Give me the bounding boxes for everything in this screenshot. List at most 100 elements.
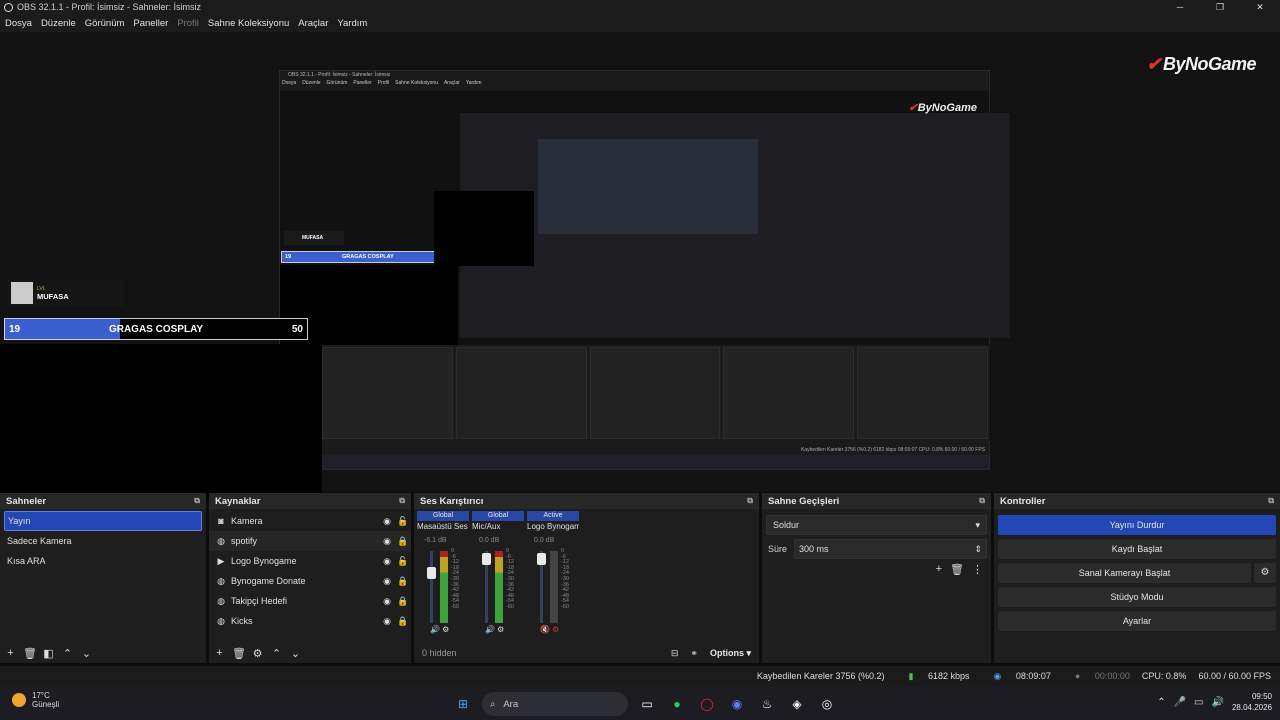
visibility-eye-icon[interactable]: ◉ [379,516,395,527]
undock-icon[interactable]: ⧉ [747,496,753,506]
spotify-icon[interactable]: ● [666,693,688,715]
filter-icon[interactable]: ◧ [42,647,55,660]
task-view-icon[interactable]: ▭ [636,693,658,715]
lock-icon[interactable]: 🔒 [395,576,411,587]
scene-item-kisa-ara[interactable]: Kısa ARA [4,551,202,571]
slider-knob[interactable] [427,567,436,579]
weather-widget[interactable]: 17°C Güneşli [12,691,59,709]
close-button[interactable]: ✕ [1240,0,1280,14]
menu-araclar[interactable]: Araçlar [298,18,328,29]
undock-icon[interactable]: ⧉ [979,496,985,506]
menu-profil[interactable]: Profil [177,18,199,29]
undock-icon[interactable]: ⧉ [399,496,405,506]
virtual-cam-button[interactable]: Sanal Kamerayı Başlat [998,563,1251,583]
windows-start-icon[interactable]: ⊞ [452,693,474,715]
volume-slider[interactable] [427,551,436,623]
visibility-eye-icon[interactable]: ◉ [379,556,395,567]
discord-icon[interactable]: ◉ [726,693,748,715]
source-row-kamera[interactable]: ◙ Kamera ◉ 🔓 [209,511,411,531]
stop-stream-button[interactable]: Yayını Durdur [998,515,1276,535]
undock-icon[interactable]: ⧉ [1268,496,1274,506]
source-row-spotify[interactable]: ◍ spotify ◉ 🔒 [209,531,411,551]
scene-item-sadece-kamera[interactable]: Sadece Kamera [4,531,202,551]
menu-dosya[interactable]: Dosya [5,18,32,29]
taskbar: 17°C Güneşli ⊞ ⌕ Ara ▭ ● ◯ ◉ ♨ ◈ ◎ ⌃ 🎤 ▭ … [0,686,1280,720]
menu-gorunum[interactable]: Görünüm [85,18,125,29]
channel-name[interactable]: Masaüstü Ses [414,522,469,534]
scene-item-yayin[interactable]: Yayın [4,511,202,531]
muted-icon[interactable]: 🔇 ⚙ [540,625,559,634]
move-down-icon[interactable]: ⌄ [289,647,302,660]
volume-slider[interactable] [482,551,491,623]
source-row-takipci[interactable]: ◍ Takipçi Hedefi ◉ 🔒 [209,591,411,611]
visibility-eye-icon[interactable]: ◉ [379,576,395,587]
microphone-icon[interactable]: 🎤 [1174,697,1186,708]
more-options-icon[interactable]: ⋮ [972,563,983,576]
goal-title: GRAGAS COSPLAY [108,323,204,335]
taskbar-search[interactable]: ⌕ Ara [482,692,628,716]
visibility-eye-icon[interactable]: ◉ [379,536,395,547]
visibility-eye-icon[interactable]: ◉ [379,596,395,607]
remove-source-icon[interactable]: 🗑 [232,647,246,660]
mute-icon[interactable]: 🔊 ⚙ [485,625,504,634]
lock-icon[interactable]: 🔓 [395,516,411,527]
spin-icon[interactable]: ⇕ [974,544,982,555]
lock-icon[interactable]: 🔒 [395,616,411,627]
studio-mode-button[interactable]: Stüdyo Modu [998,587,1276,607]
add-transition-button[interactable]: + [936,563,942,576]
slider-knob[interactable] [537,553,546,565]
obs-icon[interactable]: ◎ [816,693,838,715]
sources-toolbar: + 🗑 ⚙ ⌃ ⌄ [209,643,411,663]
source-properties-icon[interactable]: ⚙ [251,647,264,660]
maximize-button[interactable]: ❐ [1200,0,1240,14]
sources-dock: Kaynaklar ⧉ ◙ Kamera ◉ 🔓 ◍ spotify ◉ 🔒 ▶ Logo By… [209,493,411,663]
minimize-button[interactable]: ─ [1160,0,1200,14]
remove-transition-icon[interactable]: 🗑 [950,563,964,576]
system-tray: ⌃ 🎤 ▭ 🔊 09:50 28.04.2026 [1157,691,1272,713]
menu-duzenle[interactable]: Düzenle [41,18,76,29]
layout-icon[interactable]: ⊟ [671,648,679,659]
preview-canvas[interactable]: ✔ ByNoGame OBS 32.1.1 - Profil: İsimsiz -… [0,32,1280,492]
settings-button[interactable]: Ayarlar [998,611,1276,631]
remove-scene-icon[interactable]: 🗑 [23,647,37,660]
channel-name[interactable]: Logo Bynogame [524,522,579,534]
menu-paneller[interactable]: Paneller [133,18,168,29]
visibility-eye-icon[interactable]: ◉ [379,616,395,627]
app-icon[interactable]: ◈ [786,693,808,715]
tray-chevron-icon[interactable]: ⌃ [1157,697,1165,708]
volume-icon[interactable]: 🔊 [1212,697,1224,708]
options-dropdown[interactable]: Options ▾ [710,648,751,659]
slider-knob[interactable] [482,553,491,565]
opera-icon[interactable]: ◯ [696,693,718,715]
add-source-button[interactable]: + [213,647,226,659]
search-icon: ⌕ [490,698,496,710]
transition-select[interactable]: Soldur ▾ [766,515,987,535]
move-up-icon[interactable]: ⌃ [270,647,283,660]
mute-icon[interactable]: 🔊 ⚙ [430,625,449,634]
add-scene-button[interactable]: + [4,647,17,659]
move-down-icon[interactable]: ⌄ [80,647,93,660]
cpu-usage: CPU: 0.8% [1141,671,1187,681]
gear-icon[interactable]: ⚙ [1254,563,1276,583]
lock-icon[interactable]: 🔒 [395,536,411,547]
lock-icon[interactable]: 🔒 [395,596,411,607]
steam-icon[interactable]: ♨ [756,693,778,715]
duration-row: Süre 300 ms ⇕ [766,539,987,559]
clock[interactable]: 09:50 28.04.2026 [1232,691,1272,713]
menu-sahne-koleksiyonu[interactable]: Sahne Koleksiyonu [208,18,289,29]
source-row-logo[interactable]: ▶ Logo Bynogame ◉ 🔓 [209,551,411,571]
menu-yardim[interactable]: Yardım [337,18,367,29]
volume-slider[interactable] [537,551,546,623]
lock-icon[interactable]: 🔓 [395,556,411,567]
source-row-kicks[interactable]: ◍ Kicks ◉ 🔒 [209,611,411,631]
weather-condition: Güneşli [32,700,60,709]
move-up-icon[interactable]: ⌃ [61,647,74,660]
channel-name[interactable]: Mic/Aux [469,522,524,534]
browser-icon: ◍ [217,575,225,586]
display-icon[interactable]: ▭ [1194,697,1203,708]
undock-icon[interactable]: ⧉ [194,496,200,506]
source-row-donate[interactable]: ◍ Bynogame Donate ◉ 🔒 [209,571,411,591]
link-icon[interactable]: ⚭ [690,648,698,659]
duration-input[interactable]: 300 ms ⇕ [794,539,987,559]
start-record-button[interactable]: Kaydı Başlat [998,539,1276,559]
